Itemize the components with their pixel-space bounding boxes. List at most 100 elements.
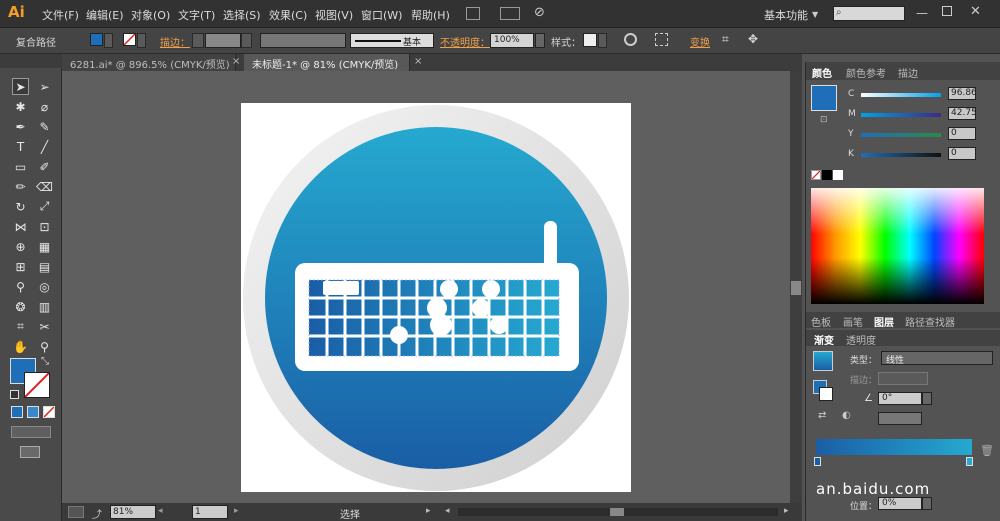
next-artboard-icon[interactable]: ▸: [234, 506, 239, 516]
paintbrush-tool-icon[interactable]: ✐: [36, 158, 53, 175]
maximize-button[interactable]: [942, 6, 952, 16]
tab-stroke[interactable]: 描边: [898, 65, 918, 80]
workspace-switcher[interactable]: 基本功能: [764, 7, 808, 23]
align-selection-icon[interactable]: [655, 33, 668, 46]
pen-tool-icon[interactable]: ✒: [12, 118, 29, 135]
eyedropper-tool-icon[interactable]: ⚲: [12, 278, 29, 295]
gradient-preview[interactable]: [813, 351, 833, 371]
search-input[interactable]: ⌕: [833, 6, 905, 21]
gpu-icon[interactable]: ⊘: [534, 5, 545, 20]
tab-pathfinder[interactable]: 路径查找器: [905, 314, 955, 329]
direct-selection-tool-icon[interactable]: ➢: [36, 78, 53, 95]
location-dropdown[interactable]: [922, 497, 932, 510]
gradient-type-select[interactable]: 线性: [881, 351, 993, 366]
lasso-tool-icon[interactable]: ⌀: [36, 98, 53, 115]
tab-swatches[interactable]: 色板: [811, 314, 831, 329]
blend-tool-icon[interactable]: ◎: [36, 278, 53, 295]
menu-type[interactable]: 文字(T): [178, 7, 215, 23]
line-tool-icon[interactable]: ╱: [36, 138, 53, 155]
recolor-artwork-icon[interactable]: [624, 33, 637, 46]
selection-tool-icon[interactable]: ➤: [12, 78, 29, 95]
fill-dropdown[interactable]: [104, 33, 113, 48]
opacity-dropdown[interactable]: [535, 33, 545, 48]
white-swatch[interactable]: [833, 170, 843, 180]
screen-mode-icon[interactable]: [20, 446, 40, 458]
gradient-mode-icon[interactable]: [27, 406, 39, 418]
menu-view[interactable]: 视图(V): [315, 7, 353, 23]
stroke-weight-dropdown[interactable]: [241, 33, 252, 48]
menu-effect[interactable]: 效果(C): [269, 7, 307, 23]
artboard-nav-icon[interactable]: [68, 506, 84, 518]
gradient-stop-right[interactable]: [966, 457, 973, 466]
menu-select[interactable]: 选择(S): [223, 7, 261, 23]
close-tab-icon[interactable]: ×: [232, 56, 240, 67]
pencil-tool-icon[interactable]: ✏: [12, 178, 29, 195]
artboard-tool-icon[interactable]: ⌗: [12, 318, 29, 335]
channel-k-slider[interactable]: [861, 153, 941, 157]
symbol-sprayer-tool-icon[interactable]: ❂: [12, 298, 29, 315]
brush-definition-field[interactable]: 基本: [350, 33, 434, 48]
arrange-documents-icon[interactable]: [500, 7, 520, 20]
tab-gradient[interactable]: 渐变: [814, 332, 834, 347]
keyboard-icon-artwork[interactable]: [241, 103, 631, 492]
rectangle-tool-icon[interactable]: ▭: [12, 158, 29, 175]
channel-k-value[interactable]: 0: [948, 147, 976, 160]
horizontal-scrollbar[interactable]: [458, 508, 778, 516]
tab-color-guide[interactable]: 颜色参考: [846, 65, 886, 80]
transform-label[interactable]: 变换: [690, 34, 710, 49]
tab-document-untitled[interactable]: 未标题-1* @ 81% (CMYK/预览): [244, 54, 410, 71]
status-menu-icon[interactable]: ▸: [426, 506, 431, 516]
channel-m-slider[interactable]: [861, 113, 941, 117]
draw-mode-icons[interactable]: [11, 426, 51, 438]
default-colors-icon[interactable]: [10, 390, 19, 399]
hand-tool-icon[interactable]: ✋: [12, 338, 29, 355]
opacity-field[interactable]: 100%: [490, 33, 534, 48]
scroll-left-icon[interactable]: ◂: [445, 506, 450, 516]
zoom-level-field[interactable]: 81%: [110, 505, 156, 519]
horizontal-scroll-thumb[interactable]: [610, 508, 624, 516]
tab-brushes[interactable]: 画笔: [843, 314, 863, 329]
width-tool-icon[interactable]: ⋈: [12, 218, 29, 235]
previous-artboard-icon[interactable]: ◂: [158, 506, 163, 516]
artboard[interactable]: [241, 103, 631, 492]
gradient-stroke-swatch[interactable]: [819, 387, 833, 401]
angle-dropdown[interactable]: [922, 392, 932, 405]
style-dropdown[interactable]: [598, 33, 607, 48]
close-button[interactable]: ✕: [970, 4, 981, 19]
stroke-color-box[interactable]: [24, 372, 50, 398]
tab-color[interactable]: 颜色: [812, 65, 832, 80]
gradient-stop-left[interactable]: [814, 457, 821, 466]
color-mode-icon[interactable]: [11, 406, 23, 418]
scroll-right-icon[interactable]: ▸: [784, 506, 789, 516]
channel-y-slider[interactable]: [861, 133, 941, 137]
stroke-gradient-options[interactable]: [878, 372, 928, 385]
panel-menu-icon[interactable]: ✥: [748, 32, 758, 46]
menu-file[interactable]: 文件(F): [42, 7, 79, 23]
rotate-tool-icon[interactable]: ↻: [12, 198, 29, 215]
channel-m-value[interactable]: 42.75: [948, 107, 977, 120]
opacity-label[interactable]: 不透明度：: [440, 34, 490, 49]
bridge-icon[interactable]: [466, 7, 480, 20]
menu-object[interactable]: 对象(O): [131, 7, 170, 23]
none-mode-icon[interactable]: [43, 406, 55, 418]
free-transform-tool-icon[interactable]: ⊡: [36, 218, 53, 235]
swap-fill-stroke-icon[interactable]: ⤡: [41, 356, 49, 367]
stroke-dropdown[interactable]: [137, 33, 146, 48]
scale-tool-icon[interactable]: ⤢: [36, 198, 53, 215]
slice-tool-icon[interactable]: ✂: [36, 318, 53, 335]
menu-help[interactable]: 帮助(H): [411, 7, 450, 23]
vertical-scroll-thumb[interactable]: [791, 281, 801, 295]
tab-layers[interactable]: 图层: [874, 314, 894, 329]
fill-swatch[interactable]: [90, 33, 103, 46]
vertical-scrollbar[interactable]: [790, 71, 802, 503]
stroke-swatch[interactable]: [123, 33, 136, 46]
artboard-number-field[interactable]: 1: [192, 505, 228, 519]
black-swatch[interactable]: [822, 170, 832, 180]
gradient-angle-field[interactable]: 0°: [878, 392, 922, 405]
variable-width-profile[interactable]: [260, 33, 346, 48]
channel-c-value[interactable]: 96.86: [948, 87, 977, 100]
tab-document-6281[interactable]: 6281.ai* @ 896.5% (CMYK/预览): [62, 54, 236, 71]
mesh-tool-icon[interactable]: ⊞: [12, 258, 29, 275]
stroke-weight-field[interactable]: [205, 33, 241, 48]
type-tool-icon[interactable]: T: [12, 138, 29, 155]
